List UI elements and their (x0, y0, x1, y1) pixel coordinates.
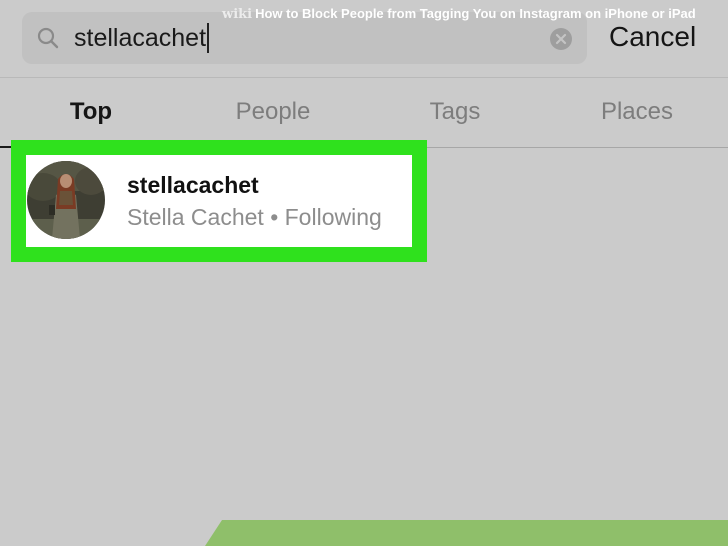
text-caret (207, 23, 210, 53)
wikihow-how: How (255, 6, 283, 21)
search-query: stellacachet (74, 24, 207, 52)
cancel-button[interactable]: Cancel (609, 20, 696, 54)
search-tabs: Top People Tags Places (0, 78, 728, 148)
tab-tags[interactable]: Tags (364, 97, 546, 127)
tab-places[interactable]: Places (546, 97, 728, 127)
search-result-item[interactable]: stellacachet Stella Cachet • Following (26, 155, 412, 247)
avatar (27, 161, 105, 239)
result-username: stellacachet (127, 172, 259, 198)
tab-top[interactable]: Top (0, 97, 182, 127)
clear-circle-icon[interactable] (549, 27, 573, 51)
result-subtitle: Stella Cachet • Following (127, 204, 382, 230)
wikihow-title: to Block People from Tagging You on Inst… (282, 6, 696, 21)
wikihow-banner (205, 520, 728, 546)
search-input[interactable]: stellacachet (74, 23, 210, 53)
tab-people[interactable]: People (182, 97, 364, 127)
search-icon (37, 27, 59, 49)
wikihow-caption: wiki How to Block People from Tagging You… (222, 6, 696, 23)
wikihow-logo-text: wiki (222, 7, 253, 22)
